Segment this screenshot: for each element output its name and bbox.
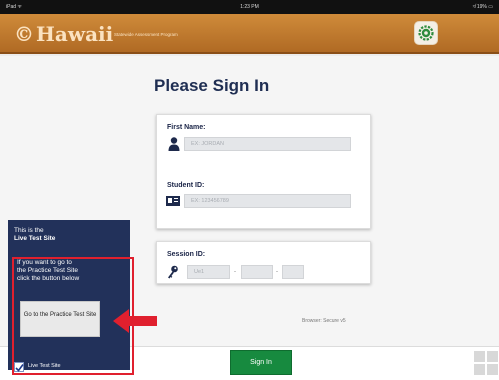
student-id-input[interactable]: EX: 123456789 [184,194,351,208]
logo-mark: © [14,22,35,46]
logo-subtitle: Statewide Assessment Program [114,32,178,37]
session-id-part2-input[interactable] [241,265,273,279]
session-id-part3-input[interactable] [282,265,304,279]
page-title: Please Sign In [154,76,270,95]
live-panel-title: Live Test Site [14,235,56,242]
first-name-label: First Name: [167,124,206,131]
status-bar: iPad ᯤ 1:23 PM ≉ 19% ▭ [0,0,499,14]
session-id-prefix-input[interactable]: Ue1 [187,265,230,279]
live-site-checkbox-label: Live Test Site [28,363,61,369]
live-site-checkbox[interactable] [14,362,24,372]
status-time: 1:23 PM [240,4,259,10]
name-id-card [156,114,371,229]
live-panel-intro: This is the [14,227,44,234]
red-arrow-icon [113,309,157,333]
logo-wordmark: Hawaii [36,22,114,46]
gear-icon [418,25,434,41]
student-id-label: Student ID: [167,182,205,189]
browser-label: Browser: Secure v5 [302,318,346,324]
session-separator-1: - [234,269,236,275]
person-icon [168,137,180,151]
key-icon [168,265,178,279]
checkmark-icon [15,364,24,372]
first-name-input[interactable]: EX: JORDAN [184,137,351,151]
sign-in-button[interactable]: Sign In [230,350,292,375]
settings-button[interactable] [414,21,438,45]
session-separator-2: - [276,269,278,275]
status-battery: ≉ 19% ▭ [472,4,493,10]
session-id-label: Session ID: [167,251,206,258]
id-card-icon [166,196,180,206]
